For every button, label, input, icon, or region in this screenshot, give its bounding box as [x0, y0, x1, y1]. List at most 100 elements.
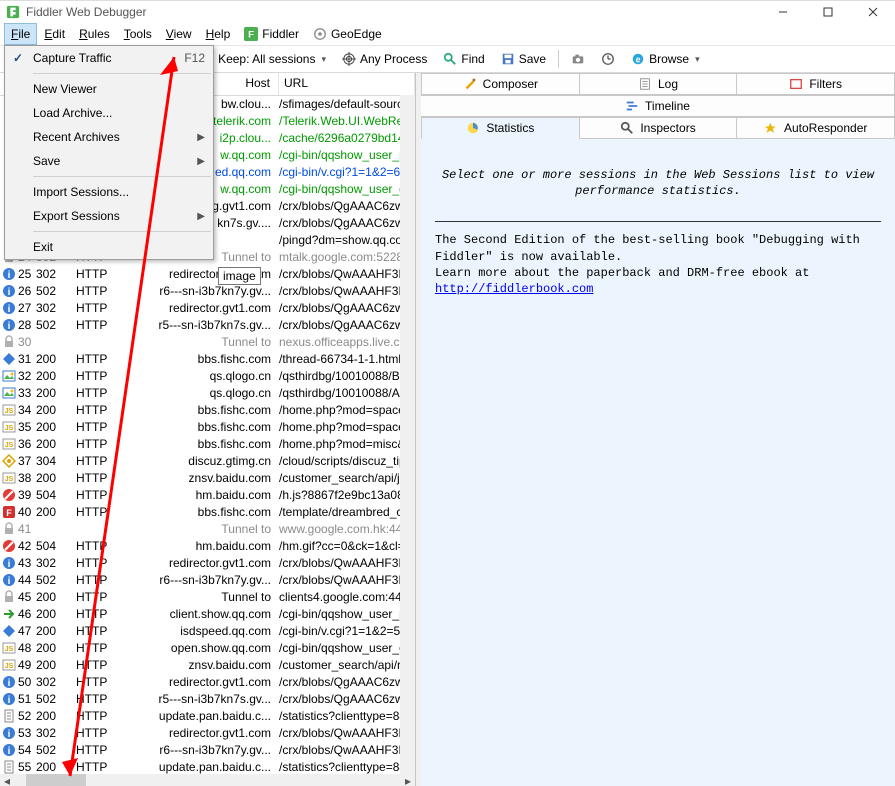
session-row[interactable]: JS34200HTTPbbs.fishc.com/home.php?mod=sp…: [0, 401, 415, 418]
close-button[interactable]: [850, 1, 895, 23]
log-icon: [638, 77, 652, 91]
tab-timeline[interactable]: Timeline: [421, 95, 895, 117]
file-menu-recentarchives[interactable]: Recent Archives▶: [5, 125, 213, 149]
row-url: /crx/blobs/QgAAAC6zw0q..: [279, 216, 415, 230]
svg-text:F: F: [248, 30, 254, 41]
row-number: 35: [18, 420, 36, 434]
session-row[interactable]: 55200HTTPupdate.pan.baidu.c.../statistic…: [0, 758, 415, 774]
session-row[interactable]: 30Tunnel tonexus.officeapps.live.com..: [0, 333, 415, 350]
toolbar-anyproc-button[interactable]: Any Process: [335, 49, 434, 69]
svg-text:i: i: [8, 559, 11, 570]
toolbar-save-button[interactable]: Save: [494, 49, 553, 69]
session-row[interactable]: 37304HTTPdiscuz.gtimg.cn/cloud/scripts/d…: [0, 452, 415, 469]
session-row[interactable]: 47200HTTPisdspeed.qq.com/cgi-bin/v.cgi?1…: [0, 622, 415, 639]
menu-geoedge[interactable]: GeoEdge: [306, 23, 389, 45]
menu-rules[interactable]: Rules: [72, 23, 117, 45]
menu-help[interactable]: Help: [199, 23, 238, 45]
toolbar-browse-button[interactable]: eBrowse▾: [624, 49, 707, 69]
tab-inspectors[interactable]: Inspectors: [580, 117, 738, 139]
stats-icon: [466, 121, 480, 135]
row-url: /cache/6296a0279bd14b2..: [279, 131, 415, 145]
menu-tools[interactable]: Tools: [117, 23, 159, 45]
row-type-icon: [0, 386, 18, 400]
toolbar-camera-button[interactable]: [564, 49, 592, 69]
session-row[interactable]: JS36200HTTPbbs.fishc.com/home.php?mod=mi…: [0, 435, 415, 452]
session-row[interactable]: F40200HTTPbbs.fishc.com/template/dreambr…: [0, 503, 415, 520]
session-row[interactable]: i53302HTTPredirector.gvt1.com/crx/blobs/…: [0, 724, 415, 741]
toolbar-keep-button[interactable]: Keep: All sessions▾: [211, 49, 333, 69]
row-number: 39: [18, 488, 36, 502]
row-type-icon: i: [0, 267, 18, 281]
row-url: /crx/blobs/QgAAAC6zw0q..: [279, 692, 415, 706]
row-protocol: HTTP: [76, 709, 122, 723]
session-row[interactable]: 52200HTTPupdate.pan.baidu.c.../statistic…: [0, 707, 415, 724]
svg-text:JS: JS: [5, 408, 14, 415]
tab-composer[interactable]: Composer: [421, 73, 580, 95]
row-protocol: HTTP: [76, 556, 122, 570]
session-row[interactable]: i27302HTTPredirector.gvt1.com/crx/blobs/…: [0, 299, 415, 316]
session-row[interactable]: 41Tunnel towww.google.com.hk:443: [0, 520, 415, 537]
row-type-icon: i: [0, 692, 18, 706]
file-menu-newviewer[interactable]: New Viewer: [5, 77, 213, 101]
session-row[interactable]: i25302HTTPredirector.gvt1.com/crx/blobs/…: [0, 265, 415, 282]
row-type-icon: i: [0, 675, 18, 689]
session-row[interactable]: i44502HTTPr6---sn-i3b7kn7y.gv.../crx/blo…: [0, 571, 415, 588]
row-result: 502: [36, 692, 76, 706]
row-result: 200: [36, 437, 76, 451]
session-row[interactable]: JS38200HTTPznsv.baidu.com/customer_searc…: [0, 469, 415, 486]
sessions-hscrollbar[interactable]: ◂▸: [0, 774, 415, 786]
session-row[interactable]: 45200HTTPTunnel toclients4.google.com:44…: [0, 588, 415, 605]
row-url: /sfimages/default-source/l..: [279, 97, 415, 111]
session-row[interactable]: JS49200HTTPznsv.baidu.com/customer_searc…: [0, 656, 415, 673]
minimize-button[interactable]: [760, 1, 805, 23]
session-row[interactable]: i43302HTTPredirector.gvt1.com/crx/blobs/…: [0, 554, 415, 571]
file-menu-exportsess[interactable]: Export Sessions▶: [5, 204, 213, 228]
svg-text:i: i: [8, 695, 11, 706]
maximize-button[interactable]: [805, 1, 850, 23]
session-row[interactable]: JS35200HTTPbbs.fishc.com/home.php?mod=sp…: [0, 418, 415, 435]
sessions-vscrollbar[interactable]: [400, 95, 415, 774]
toolbar-find-button[interactable]: Find: [436, 49, 491, 69]
session-row[interactable]: 42504HTTPhm.baidu.com/hm.gif?cc=0&ck=1&c…: [0, 537, 415, 554]
session-row[interactable]: i50302HTTPredirector.gvt1.com/crx/blobs/…: [0, 673, 415, 690]
session-row[interactable]: 31200HTTPbbs.fishc.com/thread-66734-1-1.…: [0, 350, 415, 367]
toolbar-clock-button[interactable]: [594, 49, 622, 69]
file-menu-exit[interactable]: Exit: [5, 235, 213, 259]
row-host: znsv.baidu.com: [122, 471, 279, 485]
session-row[interactable]: i26502HTTPr6---sn-i3b7kn7y.gv.../crx/blo…: [0, 282, 415, 299]
row-type-icon: [0, 335, 18, 349]
file-menu-savemenu[interactable]: Save▶: [5, 149, 213, 173]
row-host: r6---sn-i3b7kn7y.gv...: [122, 743, 279, 757]
tab-statistics[interactable]: Statistics: [421, 117, 580, 139]
session-row[interactable]: i54502HTTPr6---sn-i3b7kn7y.gv.../crx/blo…: [0, 741, 415, 758]
file-menu-capture[interactable]: ✓Capture TrafficF12: [5, 46, 213, 70]
row-url: /h.js?8867f2e9bc13a08ca..: [279, 488, 415, 502]
tab-log[interactable]: Log: [580, 73, 738, 95]
menu-fiddler[interactable]: FFiddler: [237, 23, 306, 45]
menu-file[interactable]: File: [4, 23, 37, 45]
row-result: 302: [36, 301, 76, 315]
session-row[interactable]: 39504HTTPhm.baidu.com/h.js?8867f2e9bc13a…: [0, 486, 415, 503]
fiddlerbook-link[interactable]: http://fiddlerbook.com: [435, 282, 593, 296]
row-type-icon: [0, 369, 18, 383]
file-menu-loadarchive[interactable]: Load Archive...: [5, 101, 213, 125]
row-type-icon: [0, 522, 18, 536]
menu-edit[interactable]: Edit: [37, 23, 72, 45]
menu-view[interactable]: View: [159, 23, 199, 45]
session-row[interactable]: i28502HTTPr5---sn-i3b7kn7s.gv.../crx/blo…: [0, 316, 415, 333]
tab-autoresponder[interactable]: AutoResponder: [737, 117, 895, 139]
row-number: 47: [18, 624, 36, 638]
file-menu-importsess[interactable]: Import Sessions...: [5, 180, 213, 204]
session-row[interactable]: i51502HTTPr5---sn-i3b7kn7s.gv.../crx/blo…: [0, 690, 415, 707]
session-row[interactable]: JS48200HTTPopen.show.qq.com/cgi-bin/qqsh…: [0, 639, 415, 656]
svg-text:i: i: [8, 678, 11, 689]
session-row[interactable]: 33200HTTPqs.qlogo.cn/qsthirdbg/10010088/…: [0, 384, 415, 401]
session-row[interactable]: 32200HTTPqs.qlogo.cn/qsthirdbg/10010088/…: [0, 367, 415, 384]
row-url: /customer_search/api/rec..: [279, 658, 415, 672]
session-row[interactable]: 46200HTTPclient.show.qq.com/cgi-bin/qqsh…: [0, 605, 415, 622]
svg-text:JS: JS: [5, 646, 14, 653]
col-url[interactable]: URL: [279, 73, 415, 95]
tab-filters[interactable]: Filters: [737, 73, 895, 95]
row-protocol: HTTP: [76, 692, 122, 706]
row-host: r6---sn-i3b7kn7y.gv...: [122, 284, 279, 298]
